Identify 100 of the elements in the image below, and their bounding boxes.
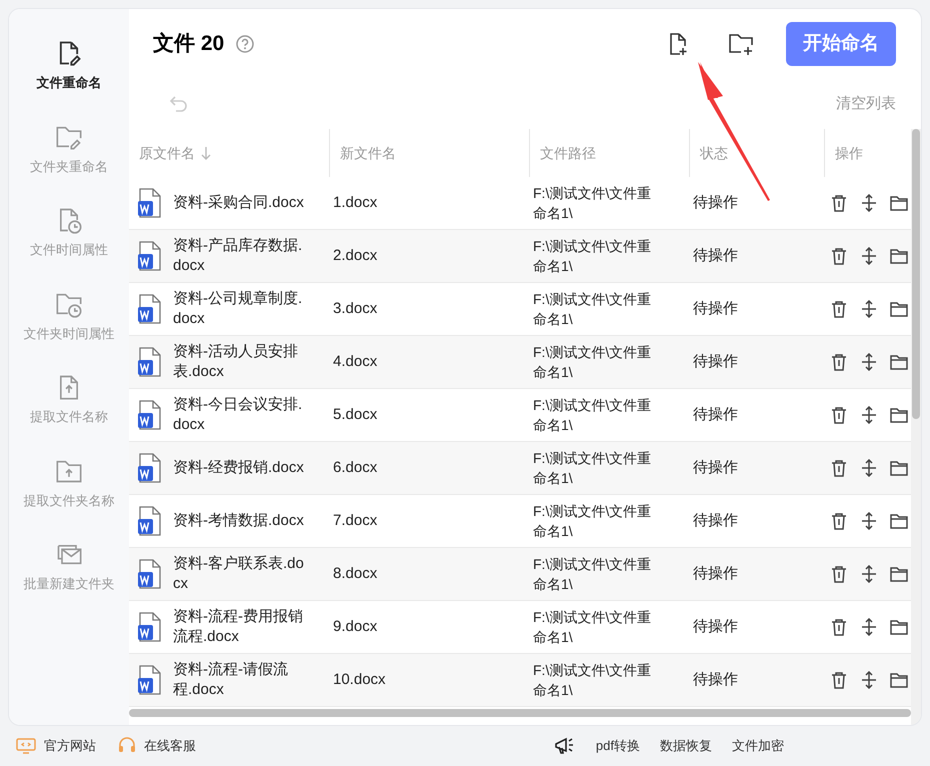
word-document-icon — [137, 665, 163, 695]
help-icon[interactable] — [236, 35, 254, 53]
trash-icon[interactable] — [830, 406, 848, 424]
clear-list-button[interactable]: 清空列表 — [836, 92, 896, 116]
path-cell-text: F:\测试文件\文件重命名1\ — [533, 449, 652, 488]
vertical-scrollbar[interactable] — [911, 129, 921, 725]
move-vertical-icon[interactable] — [860, 618, 878, 636]
file-name-cell-text: 资料-流程-请假流程.docx — [173, 660, 289, 700]
folder-icon[interactable] — [890, 300, 908, 318]
status-cell-text: 待操作 — [693, 670, 739, 690]
file-name-cell-text: 资料-今日会议安排.docx — [173, 395, 304, 435]
trash-icon[interactable] — [830, 565, 848, 583]
status-cell-text: 待操作 — [693, 564, 739, 584]
new-name-cell-text: 6.docx — [333, 458, 378, 478]
file-name-cell-text: 资料-考情数据.docx — [173, 511, 305, 531]
footer-link[interactable]: 官方网站 — [16, 736, 96, 756]
folder-icon[interactable] — [890, 565, 908, 583]
move-vertical-icon[interactable] — [860, 194, 878, 212]
page-title: 文件 20 — [153, 31, 224, 58]
column-header[interactable]: 操作 — [835, 142, 863, 164]
footer-link[interactable]: pdf转换 — [596, 736, 640, 756]
word-document-icon — [137, 188, 163, 218]
megaphone-icon — [554, 736, 576, 756]
file-name-cell-text: 资料-客户联系表.docx — [173, 554, 305, 594]
file-name-cell-text: 资料-公司规章制度.docx — [173, 289, 304, 329]
new-name-cell-text: 7.docx — [333, 511, 378, 531]
horizontal-scrollbar[interactable] — [129, 709, 911, 717]
file-name-cell-text: 资料-经费报销.docx — [173, 458, 305, 478]
word-document-icon — [137, 559, 163, 589]
move-vertical-icon[interactable] — [860, 247, 878, 265]
path-cell-text: F:\测试文件\文件重命名1\ — [533, 661, 652, 700]
status-cell-text: 待操作 — [693, 617, 739, 637]
sidebar-item[interactable]: 提取文件名称 — [30, 373, 108, 426]
sidebar-item[interactable]: 文件重命名 — [36, 39, 102, 92]
folder-icon[interactable] — [890, 618, 908, 636]
sidebar-item[interactable]: 文件夹时间属性 — [24, 290, 114, 343]
new-name-cell-text: 5.docx — [333, 405, 378, 425]
word-document-icon — [137, 506, 163, 536]
status-cell-text: 待操作 — [693, 511, 739, 531]
new-name-cell-text: 2.docx — [333, 246, 378, 266]
status-cell-text: 待操作 — [693, 458, 739, 478]
word-document-icon — [137, 400, 163, 430]
move-vertical-icon[interactable] — [860, 671, 878, 689]
path-cell-text: F:\测试文件\文件重命名1\ — [533, 290, 652, 329]
status-cell-text: 待操作 — [693, 405, 739, 425]
folder-icon[interactable] — [890, 671, 908, 689]
path-cell-text: F:\测试文件\文件重命名1\ — [533, 343, 652, 382]
status-cell-text: 待操作 — [693, 299, 739, 319]
word-document-icon — [137, 453, 163, 483]
trash-icon[interactable] — [830, 353, 848, 371]
trash-icon[interactable] — [830, 671, 848, 689]
folder-icon[interactable] — [890, 247, 908, 265]
sidebar-item[interactable]: 批量新建文件夹 — [24, 540, 114, 594]
folder-icon[interactable] — [890, 353, 908, 371]
move-vertical-icon[interactable] — [860, 406, 878, 424]
word-document-icon — [137, 294, 163, 324]
new-name-cell-text: 3.docx — [333, 299, 378, 319]
column-header[interactable]: 状态 — [700, 142, 728, 164]
status-cell-text: 待操作 — [693, 193, 739, 213]
footer-link[interactable]: 文件加密 — [732, 736, 784, 756]
file-name-cell-text: 资料-采购合同.docx — [173, 193, 305, 213]
new-name-cell-text: 8.docx — [333, 564, 378, 584]
path-cell-text: F:\测试文件\文件重命名1\ — [533, 237, 652, 276]
column-header[interactable]: 文件路径 — [540, 142, 596, 164]
sidebar-item[interactable]: 文件夹重命名 — [30, 122, 108, 176]
new-name-cell-text: 10.docx — [333, 670, 387, 690]
word-document-icon — [137, 612, 163, 642]
column-header[interactable]: 原文件名 — [139, 142, 195, 164]
file-name-cell-text: 资料-活动人员安排表.docx — [173, 342, 299, 382]
folder-icon[interactable] — [890, 406, 908, 424]
move-vertical-icon[interactable] — [860, 459, 878, 477]
trash-icon[interactable] — [830, 300, 848, 318]
file-name-cell-text: 资料-流程-费用报销流程.docx — [173, 607, 304, 647]
footer-link[interactable]: 数据恢复 — [660, 736, 712, 756]
trash-icon[interactable] — [830, 194, 848, 212]
move-vertical-icon[interactable] — [860, 512, 878, 530]
move-vertical-icon[interactable] — [860, 353, 878, 371]
trash-icon[interactable] — [830, 459, 848, 477]
path-cell-text: F:\测试文件\文件重命名1\ — [533, 396, 652, 435]
file-name-cell-text: 资料-产品库存数据.docx — [173, 236, 304, 276]
folder-icon[interactable] — [890, 512, 908, 530]
new-name-cell-text: 9.docx — [333, 617, 378, 637]
trash-icon[interactable] — [830, 512, 848, 530]
word-document-icon — [137, 241, 163, 271]
status-cell-text: 待操作 — [693, 352, 739, 372]
sidebar-item[interactable]: 文件时间属性 — [30, 206, 108, 260]
footer-link[interactable]: 在线客服 — [118, 736, 196, 756]
trash-icon[interactable] — [830, 247, 848, 265]
folder-icon[interactable] — [890, 194, 908, 212]
move-vertical-icon[interactable] — [860, 565, 878, 583]
path-cell-text: F:\测试文件\文件重命名1\ — [533, 608, 652, 647]
word-document-icon — [137, 347, 163, 377]
column-header[interactable]: 新文件名 — [340, 142, 396, 164]
folder-icon[interactable] — [890, 459, 908, 477]
add-folder-icon[interactable] — [728, 32, 756, 56]
move-vertical-icon[interactable] — [860, 300, 878, 318]
trash-icon[interactable] — [830, 618, 848, 636]
sidebar-item[interactable]: 提取文件夹名称 — [24, 456, 114, 510]
path-cell-text: F:\测试文件\文件重命名1\ — [533, 184, 652, 223]
start-button[interactable]: 开始命名 — [786, 22, 896, 66]
